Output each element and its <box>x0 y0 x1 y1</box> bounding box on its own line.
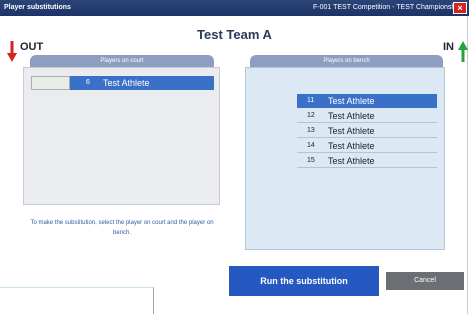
bench-player-row[interactable]: 12 Test Athlete <box>297 109 437 123</box>
player-name: Test Athlete <box>328 156 375 166</box>
court-player-row[interactable]: 6 Test Athlete <box>31 76 214 90</box>
bottom-field <box>0 287 154 314</box>
bench-player-row[interactable]: 14 Test Athlete <box>297 139 437 153</box>
substitution-hint: To make the substitution, select the pla… <box>30 220 214 236</box>
competition-label: F-001 TEST Competition - TEST Championsh… <box>313 4 461 11</box>
bench-panel-header: Players on bench <box>250 55 443 67</box>
bench-player-row[interactable]: 11 Test Athlete <box>297 94 437 108</box>
player-name: Test Athlete <box>328 111 375 121</box>
player-number: 14 <box>307 142 315 149</box>
player-number: 15 <box>307 157 315 164</box>
court-player-selected[interactable]: 6 Test Athlete <box>70 76 214 90</box>
arrow-up-icon <box>458 41 468 62</box>
player-number: 11 <box>307 97 315 104</box>
window-title-bar: Player substitutions F-001 TEST Competit… <box>0 0 469 16</box>
in-label: IN <box>443 41 454 53</box>
close-icon: × <box>457 3 463 13</box>
cancel-button[interactable]: Cancel <box>386 272 464 290</box>
team-title: Test Team A <box>197 27 272 42</box>
player-name: Test Athlete <box>328 126 375 136</box>
player-name: Test Athlete <box>328 141 375 151</box>
player-number: 6 <box>86 79 90 86</box>
window-title: Player substitutions <box>4 4 71 11</box>
bench-player-row[interactable]: 15 Test Athlete <box>297 154 437 168</box>
bench-player-row[interactable]: 13 Test Athlete <box>297 124 437 138</box>
close-button[interactable]: × <box>453 2 467 14</box>
arrow-down-icon <box>7 41 17 62</box>
player-number: 12 <box>307 112 315 119</box>
court-panel-header: Players on court <box>30 55 214 67</box>
player-name: Test Athlete <box>103 78 150 88</box>
player-name: Test Athlete <box>328 96 375 106</box>
court-player-checkbox[interactable] <box>31 76 70 90</box>
player-number: 13 <box>307 127 315 134</box>
out-label: OUT <box>20 41 44 53</box>
run-substitution-button[interactable]: Run the substitution <box>229 266 379 296</box>
